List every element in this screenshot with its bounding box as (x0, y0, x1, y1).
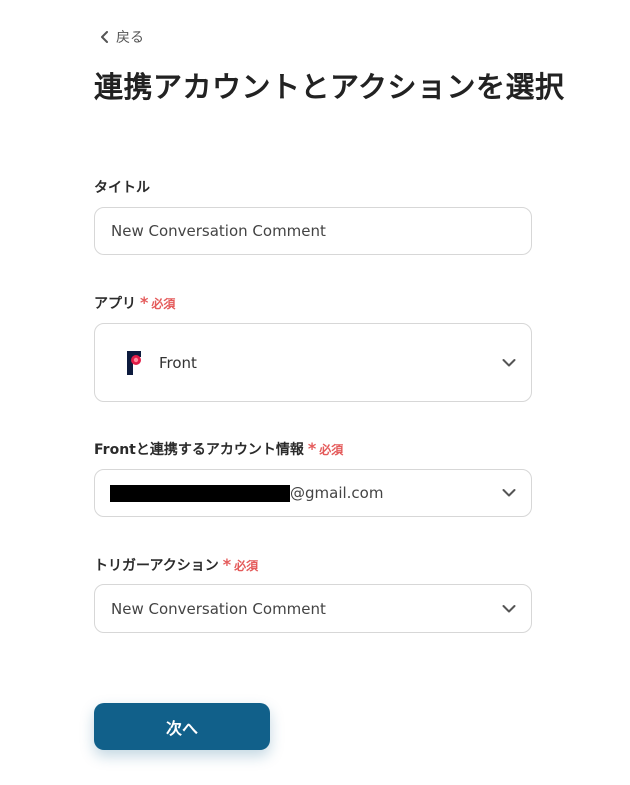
back-label: 戻る (116, 30, 144, 46)
title-input[interactable]: New Conversation Comment (94, 207, 532, 255)
required-text: 必須 (151, 296, 176, 311)
required-badge: * 必須 (140, 295, 175, 312)
title-field-label: タイトル (94, 177, 150, 197)
required-asterisk-icon: * (222, 555, 232, 574)
title-input-value: New Conversation Comment (111, 222, 326, 240)
required-asterisk-icon: * (307, 439, 317, 458)
front-logo-icon (124, 348, 144, 377)
trigger-action-value: New Conversation Comment (111, 599, 326, 618)
trigger-action-select[interactable]: New Conversation Comment (94, 584, 532, 633)
required-text: 必須 (319, 442, 344, 457)
account-label-text: Frontと連携するアカウント情報 (94, 442, 304, 458)
account-email-domain: @gmail.com (290, 484, 384, 502)
next-button[interactable]: 次へ (94, 703, 270, 750)
account-select[interactable]: @gmail.com (94, 469, 532, 517)
required-badge: * 必須 (223, 557, 258, 574)
page: 戻る 連携アカウントとアクションを選択 タイトル New Conversatio… (0, 0, 630, 785)
back-link[interactable]: 戻る (100, 27, 144, 47)
chevron-left-icon (101, 31, 108, 43)
app-field-label: アプリ * 必須 (94, 293, 175, 313)
app-select[interactable]: Front (94, 323, 532, 402)
page-title: 連携アカウントとアクションを選択 (94, 70, 565, 104)
title-label-text: タイトル (94, 180, 150, 196)
chevron-down-icon (502, 604, 516, 612)
required-badge: * 必須 (308, 441, 343, 458)
required-asterisk-icon: * (140, 293, 149, 312)
redacted-email-user (110, 484, 290, 502)
chevron-down-icon (502, 489, 516, 497)
chevron-down-icon (502, 358, 516, 366)
account-field-label: Frontと連携するアカウント情報 * 必須 (94, 439, 343, 459)
required-text: 必須 (234, 558, 259, 573)
app-label-text: アプリ (94, 296, 136, 312)
trigger-label-text: トリガーアクション (94, 558, 219, 574)
trigger-field-label: トリガーアクション * 必須 (94, 555, 258, 575)
selected-app-name: Front (159, 353, 197, 372)
